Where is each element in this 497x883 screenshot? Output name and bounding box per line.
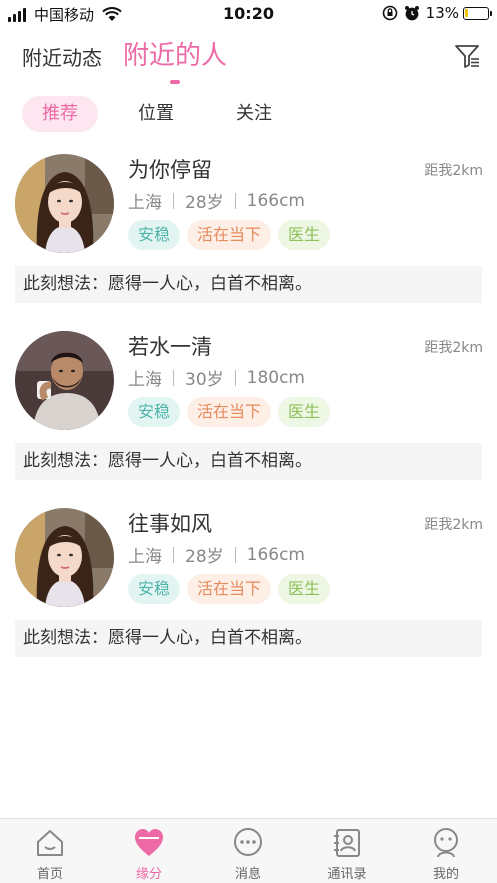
user-info: 上海 30岁 180cm	[128, 365, 305, 391]
subtab-recommend[interactable]: 推荐	[22, 96, 98, 132]
user-age: 28岁	[185, 547, 224, 567]
sub-tabs: 推荐 位置 关注	[0, 96, 497, 134]
user-card[interactable]: 若水一清 距我2km 上海 30岁 180cm 安稳 活在当下 医生 此刻想法：…	[0, 331, 497, 491]
distance: 距我2km	[424, 340, 483, 356]
divider	[234, 192, 236, 209]
user-card[interactable]: 为你停留 距我2km 上海 28岁 166cm 安稳 活在当下 医生 此刻想法：…	[0, 154, 497, 314]
distance: 距我2km	[424, 517, 483, 533]
contacts-icon	[334, 829, 360, 857]
tag: 活在当下	[187, 397, 272, 427]
filter-icon[interactable]	[453, 42, 481, 70]
user-thought: 此刻想法：愿得一人心，白首不相离。	[15, 620, 482, 657]
nav-label: 首页	[36, 867, 63, 882]
user-city: 上海	[128, 193, 162, 213]
subtab-follow[interactable]: 关注	[224, 96, 284, 132]
divider	[173, 546, 174, 563]
avatar[interactable]	[15, 508, 114, 607]
tag: 安稳	[128, 397, 181, 427]
user-age: 30岁	[185, 370, 224, 390]
orientation-lock-icon	[382, 5, 397, 21]
user-height: 166cm	[246, 190, 305, 211]
heart-icon	[135, 829, 163, 856]
divider	[173, 192, 174, 209]
nav-label: 我的	[432, 867, 459, 882]
user-height: 166cm	[246, 544, 305, 565]
avatar[interactable]	[15, 331, 114, 430]
tag: 医生	[278, 574, 331, 604]
battery-icon	[463, 6, 492, 20]
profile-icon	[434, 828, 458, 858]
tag-list: 安稳 活在当下 医生	[128, 397, 337, 427]
tag-list: 安稳 活在当下 医生	[128, 574, 337, 604]
user-name: 若水一清	[128, 335, 212, 359]
divider	[234, 369, 236, 386]
status-bar: 中国移动 10:20 13%	[0, 0, 497, 28]
message-icon	[234, 828, 262, 856]
home-icon	[37, 830, 63, 856]
user-name: 往事如风	[128, 512, 212, 536]
subtab-position[interactable]: 位置	[126, 96, 186, 132]
user-info: 上海 28岁 166cm	[128, 542, 305, 568]
user-info: 上海 28岁 166cm	[128, 188, 305, 214]
user-name: 为你停留	[128, 158, 212, 182]
user-height: 180cm	[246, 367, 305, 388]
alarm-icon	[404, 6, 419, 21]
nav-label: 通讯录	[327, 867, 367, 882]
tab-nearby-people[interactable]: 附近的人	[123, 35, 227, 72]
battery-percent: 13%	[425, 4, 459, 22]
tag: 安稳	[128, 574, 181, 604]
user-city: 上海	[128, 547, 162, 567]
tab-nearby-dynamic[interactable]: 附近动态	[22, 42, 102, 71]
avatar[interactable]	[15, 154, 114, 253]
tab-indicator	[170, 80, 180, 84]
user-card[interactable]: 往事如风 距我2km 上海 28岁 166cm 安稳 活在当下 医生 此刻想法：…	[0, 508, 497, 668]
tag: 医生	[278, 220, 331, 250]
divider	[173, 369, 174, 386]
nav-label: 消息	[234, 867, 261, 882]
nav-contacts[interactable]: 通讯录	[307, 819, 387, 883]
tag-list: 安稳 活在当下 医生	[128, 220, 337, 250]
header: 附近动态 附近的人	[0, 30, 497, 90]
nav-home[interactable]: 首页	[10, 819, 90, 883]
tag: 安稳	[128, 220, 181, 250]
bottom-nav: 首页 缘分 消息 通讯录 我的	[0, 818, 497, 883]
user-thought: 此刻想法：愿得一人心，白首不相离。	[15, 443, 482, 480]
divider	[234, 546, 236, 563]
user-age: 28岁	[185, 193, 224, 213]
tag: 医生	[278, 397, 331, 427]
nav-label: 缘分	[135, 867, 162, 882]
tag: 活在当下	[187, 220, 272, 250]
nav-profile[interactable]: 我的	[406, 819, 486, 883]
tag: 活在当下	[187, 574, 272, 604]
user-thought: 此刻想法：愿得一人心，白首不相离。	[15, 266, 482, 303]
status-right: 13%	[382, 4, 492, 22]
nav-messages[interactable]: 消息	[208, 819, 288, 883]
nav-fate[interactable]: 缘分	[109, 819, 189, 883]
distance: 距我2km	[424, 163, 483, 179]
user-city: 上海	[128, 370, 162, 390]
